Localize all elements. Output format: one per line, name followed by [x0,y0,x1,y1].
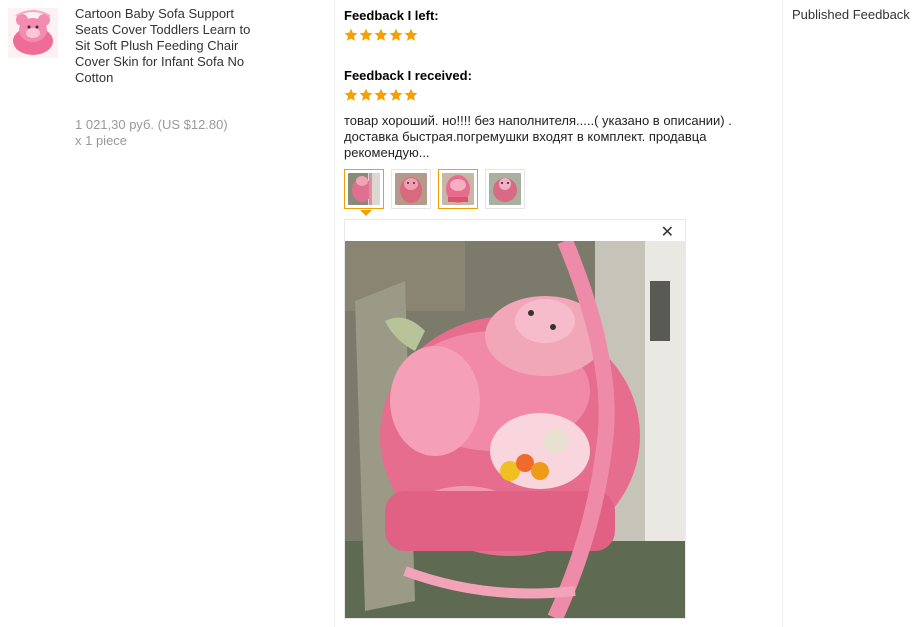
selected-pointer [360,210,372,216]
star-icon [359,28,373,41]
feedback-photo-thumb[interactable] [344,169,384,216]
star-icon [404,28,418,41]
column-divider [782,0,783,627]
star-icon [359,88,373,101]
feedback-left-stars [344,28,418,44]
star-icon [344,28,358,41]
product-price: 1 021,30 руб. (US $12.80) [75,117,228,132]
feedback-text: товар хороший. но!!!! без наполнителя...… [344,113,732,160]
feedback-photo-thumb[interactable] [485,169,525,209]
photo-viewer: ✕ [344,219,686,619]
feedback-photo-thumb[interactable] [391,169,431,209]
star-icon [374,88,388,101]
star-icon [344,88,358,101]
feedback-photo-thumb[interactable] [438,169,478,209]
close-icon[interactable]: ✕ [661,224,674,242]
feedback-received-stars [344,88,418,104]
star-icon [374,28,388,41]
star-icon [389,88,403,101]
star-icon [404,88,418,101]
product-thumbnail[interactable] [8,8,58,58]
product-title[interactable]: Cartoon Baby Sofa Support Seats Cover To… [75,6,265,86]
star-icon [389,28,403,41]
enlarged-feedback-photo [345,241,685,618]
column-divider [334,0,335,627]
feedback-left-label: Feedback I left: [344,8,439,23]
product-cell: Cartoon Baby Sofa Support Seats Cover To… [0,0,334,627]
published-feedback-label: Published Feedback [792,7,910,22]
feedback-received-label: Feedback I received: [344,68,472,83]
product-quantity: x 1 piece [75,133,128,148]
